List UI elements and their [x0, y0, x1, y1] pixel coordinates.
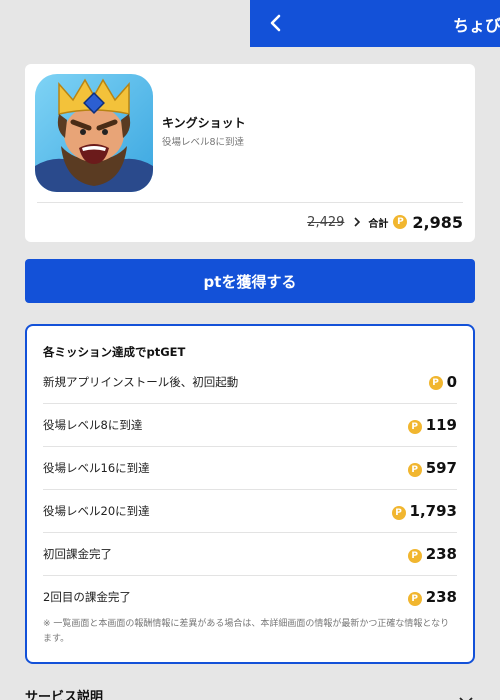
- point-coin-icon: P: [407, 419, 422, 434]
- mission-list: 各ミッション達成でptGET 新規アプリインストール後、初回起動 P 0 役場レ…: [25, 324, 475, 664]
- app-name: キングショット: [162, 116, 246, 130]
- app-subtitle: 役場レベル8に到達: [162, 137, 245, 148]
- mission-label: 役場レベル8に到達: [43, 418, 143, 432]
- reward-value: 0: [446, 372, 457, 391]
- chevron-down-icon: [459, 690, 473, 700]
- mission-label: 初回課金完了: [43, 547, 112, 561]
- mission-title: 各ミッション達成でptGET: [43, 345, 186, 359]
- old-price: 2,429: [307, 214, 345, 230]
- price-row: 2,429 合計 P 2,985: [307, 212, 463, 232]
- app-icon[interactable]: [35, 74, 153, 192]
- point-coin-icon: P: [393, 215, 408, 229]
- mission-label: 新規アプリインストール後、初回起動: [43, 374, 239, 389]
- mission-reward: P 1,793: [391, 502, 457, 520]
- point-coin-icon: P: [391, 505, 406, 520]
- mission-reward: P 119: [407, 416, 457, 434]
- reward-value: 238: [425, 545, 457, 563]
- mission-label: 役場レベル16に到達: [43, 461, 150, 475]
- reward-value: 597: [425, 459, 457, 477]
- reward-value: 238: [425, 588, 457, 606]
- service-description-toggle[interactable]: サービス説明: [25, 686, 475, 700]
- mission-reward: P 238: [407, 545, 457, 563]
- point-coin-icon: P: [407, 591, 422, 606]
- service-title: サービス説明: [25, 690, 104, 700]
- chevron-right-icon: [354, 217, 361, 227]
- point-coin-icon: P: [428, 376, 443, 390]
- header-bar: ちょび: [250, 0, 500, 47]
- app-card: キングショット 役場レベル8に到達 2,429 合計 P 2,985: [25, 64, 475, 242]
- back-button[interactable]: [262, 9, 290, 37]
- total-label: 合計: [368, 218, 389, 230]
- reward-value: 119: [425, 416, 457, 434]
- mission-row: 役場レベル8に到達 P 119: [43, 403, 457, 446]
- mission-row: 新規アプリインストール後、初回起動 P 0: [43, 360, 457, 403]
- reward-value: 1,793: [409, 502, 457, 520]
- point-coin-icon: P: [407, 548, 422, 563]
- mission-reward: P 238: [407, 588, 457, 606]
- point-coin-icon: P: [407, 462, 422, 477]
- disclaimer-note: ※ 一覧画面と本画面の報酬情報に差異がある場合は、本詳細画面の情報が最新かつ正確…: [43, 619, 450, 644]
- mission-row: 初回課金完了 P 238: [43, 532, 457, 575]
- mission-row: 役場レベル20に到達 P 1,793: [43, 489, 457, 532]
- mission-reward: P 597: [407, 459, 457, 477]
- chevron-left-icon: [270, 14, 281, 32]
- mission-label: 2回目の課金完了: [43, 590, 131, 604]
- header-title: ちょび: [453, 16, 500, 35]
- card-divider: [37, 202, 463, 203]
- get-points-button[interactable]: ptを獲得する: [25, 259, 475, 303]
- mission-row: 2回目の課金完了 P 238: [43, 575, 457, 618]
- total-value: 2,985: [412, 212, 463, 232]
- mission-row: 役場レベル16に到達 P 597: [43, 446, 457, 489]
- mission-label: 役場レベル20に到達: [43, 504, 150, 518]
- mission-reward: P 0: [428, 372, 457, 391]
